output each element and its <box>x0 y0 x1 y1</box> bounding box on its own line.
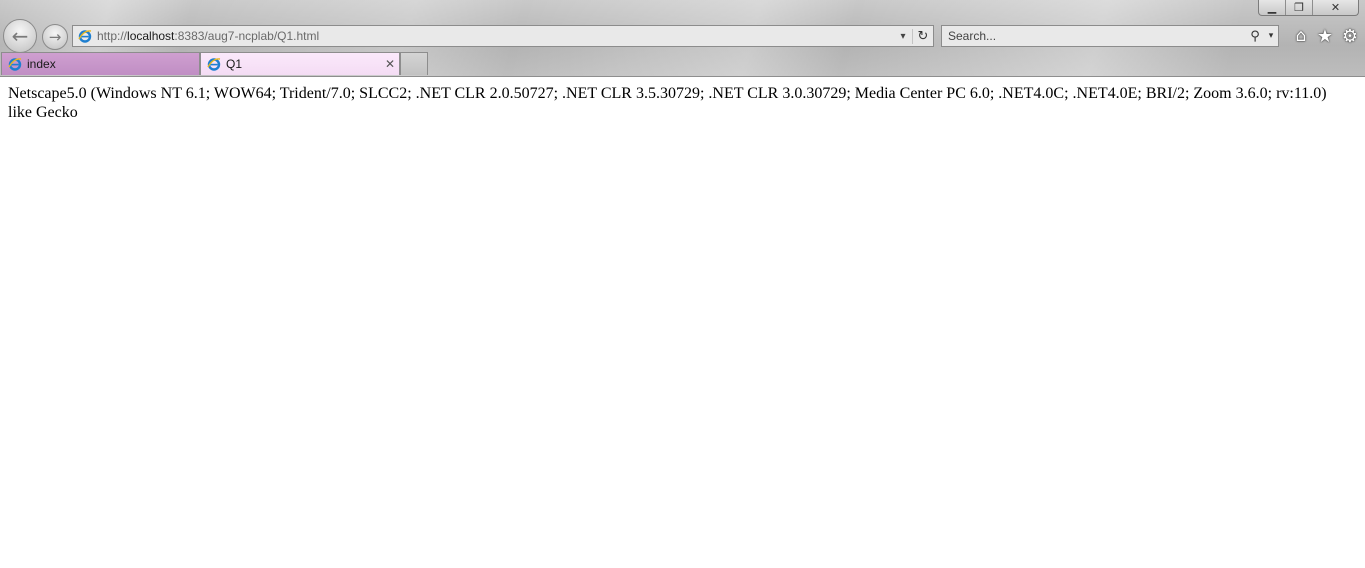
url-text[interactable]: http://localhost:8383/aug7-ncplab/Q1.htm… <box>97 29 894 43</box>
url-host: localhost <box>127 29 175 43</box>
forward-button[interactable]: → <box>42 24 68 50</box>
refresh-icon[interactable]: ↻ <box>912 28 933 44</box>
address-bar[interactable]: http://localhost:8383/aug7-ncplab/Q1.htm… <box>72 25 934 47</box>
tab-index[interactable]: index <box>1 52 200 75</box>
tab-q1[interactable]: Q1 ✕ <box>200 52 400 75</box>
tools-gear-icon[interactable]: ⚙ <box>1340 26 1360 47</box>
window-controls: ▁ ❐ ✕ <box>1258 0 1359 16</box>
url-path: :8383/aug7-ncplab/Q1.html <box>174 29 320 43</box>
search-box: ⚲ ▾ <box>941 25 1279 47</box>
tab-label: Q1 <box>226 57 243 71</box>
page-content: Netscape5.0 (Windows NT 6.1; WOW64; Trid… <box>8 84 1348 122</box>
address-dropdown-icon[interactable]: ▾ <box>894 31 912 42</box>
search-dropdown-icon[interactable]: ▾ <box>1264 31 1278 41</box>
new-tab-button[interactable] <box>400 52 428 75</box>
browser-chrome: ▁ ❐ ✕ ← → http://localhost:8383/aug7-ncp… <box>0 0 1365 77</box>
ie-tab-icon <box>207 57 221 71</box>
user-agent-text: Netscape5.0 (Windows NT 6.1; WOW64; Trid… <box>8 85 1327 121</box>
search-input[interactable] <box>942 26 1246 46</box>
close-tab-icon[interactable]: ✕ <box>381 57 399 71</box>
home-icon[interactable]: ⌂ <box>1291 26 1311 46</box>
search-icon[interactable]: ⚲ <box>1246 29 1264 44</box>
tab-label: index <box>27 57 56 71</box>
close-window-button[interactable]: ✕ <box>1312 0 1358 15</box>
ie-page-icon <box>78 29 92 43</box>
forward-arrow-icon: → <box>48 28 62 46</box>
url-prefix: http:// <box>97 29 128 43</box>
back-arrow-icon: ← <box>11 24 29 48</box>
back-button[interactable]: ← <box>3 19 37 53</box>
favorites-star-icon[interactable]: ★ <box>1315 26 1335 47</box>
restore-button[interactable]: ❐ <box>1285 0 1312 15</box>
ie-tab-icon <box>8 57 22 71</box>
minimize-button[interactable]: ▁ <box>1259 0 1285 15</box>
